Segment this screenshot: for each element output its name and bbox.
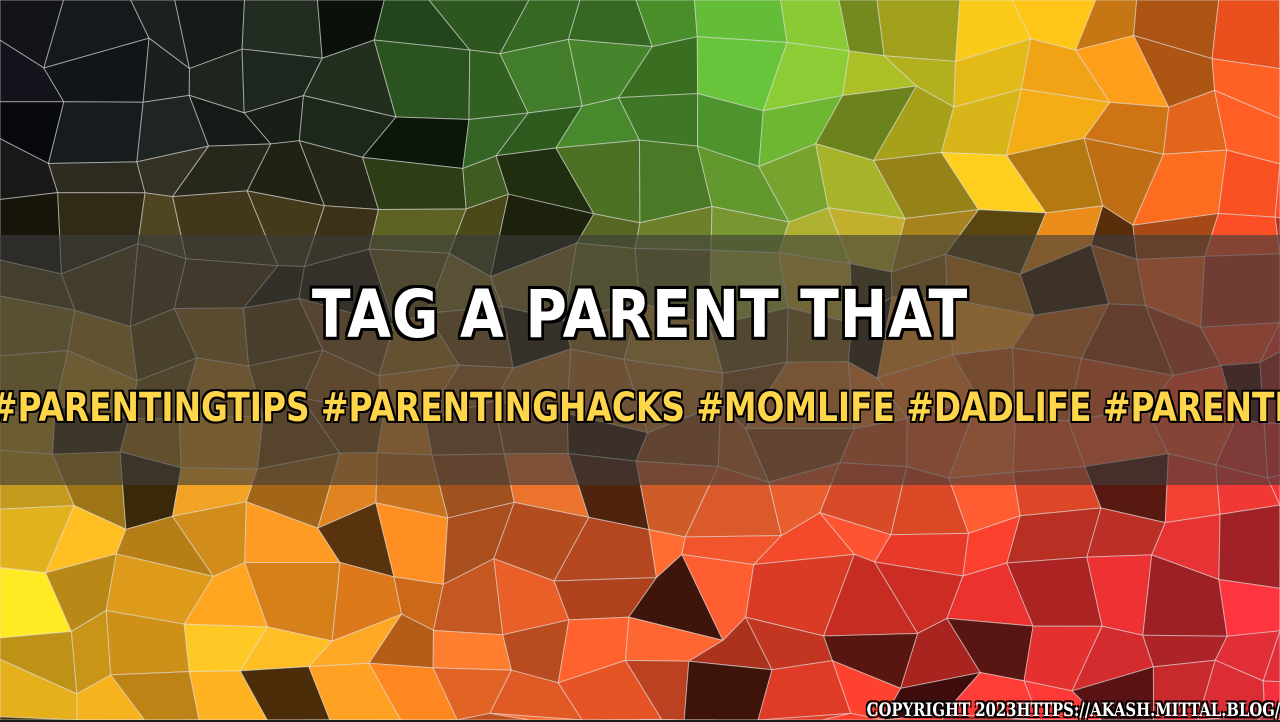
hashtag-line: #PARENTINGTIPS #PARENTINGHACKS #MOMLIFE … <box>0 380 1280 436</box>
mosaic-tile <box>1211 0 1280 70</box>
mosaic-tile <box>1006 507 1102 564</box>
mosaic-tile <box>1218 578 1280 637</box>
copyright-notice: COPYRIGHT 2023HTTPS://AKASH.MITTAL.BLOG/ <box>866 699 1280 721</box>
mosaic-tile <box>876 0 961 62</box>
hashtag-text: #PARENTINGTIPS #PARENTINGHACKS #MOMLIFE … <box>0 385 1280 431</box>
mosaic-tile <box>432 629 513 671</box>
mosaic-tile <box>241 0 323 59</box>
mosaic-tile <box>693 0 788 44</box>
headline: TAG A PARENT THAT <box>311 276 969 353</box>
mosaic-tile <box>1218 504 1280 589</box>
mosaic-tile <box>683 660 773 720</box>
mosaic-tile <box>47 161 146 194</box>
mosaic-tile <box>47 101 144 165</box>
